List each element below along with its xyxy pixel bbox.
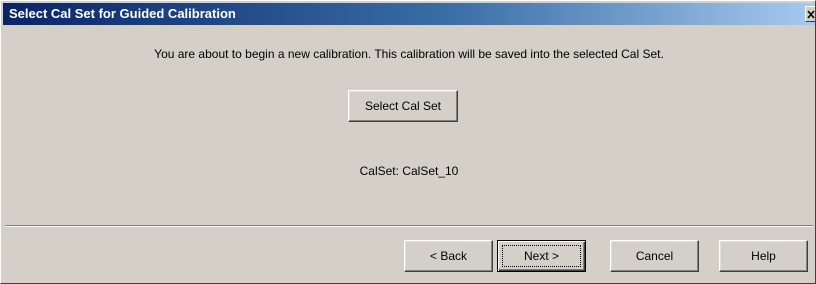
cancel-button-label: Cancel bbox=[635, 249, 674, 263]
help-button[interactable]: Help bbox=[719, 240, 808, 272]
cancel-button[interactable]: Cancel bbox=[610, 240, 699, 272]
separator-line bbox=[5, 225, 813, 227]
help-button-label: Help bbox=[751, 249, 776, 263]
calset-status-label: CalSet: CalSet_10 bbox=[359, 164, 459, 178]
next-button-label: Next > bbox=[523, 249, 559, 263]
back-button-label: < Back bbox=[429, 249, 468, 263]
select-cal-set-button[interactable]: Select Cal Set bbox=[348, 90, 458, 122]
window-title: Select Cal Set for Guided Calibration bbox=[9, 6, 236, 21]
close-button[interactable] bbox=[805, 6, 815, 22]
next-button[interactable]: Next > bbox=[497, 240, 586, 272]
dialog-window: Select Cal Set for Guided Calibration Yo… bbox=[0, 0, 816, 284]
close-icon bbox=[807, 10, 815, 19]
back-button[interactable]: < Back bbox=[404, 240, 493, 272]
select-cal-set-label: Select Cal Set bbox=[364, 99, 442, 113]
title-bar[interactable]: Select Cal Set for Guided Calibration bbox=[3, 3, 815, 25]
info-message: You are about to begin a new calibration… bbox=[154, 47, 664, 61]
